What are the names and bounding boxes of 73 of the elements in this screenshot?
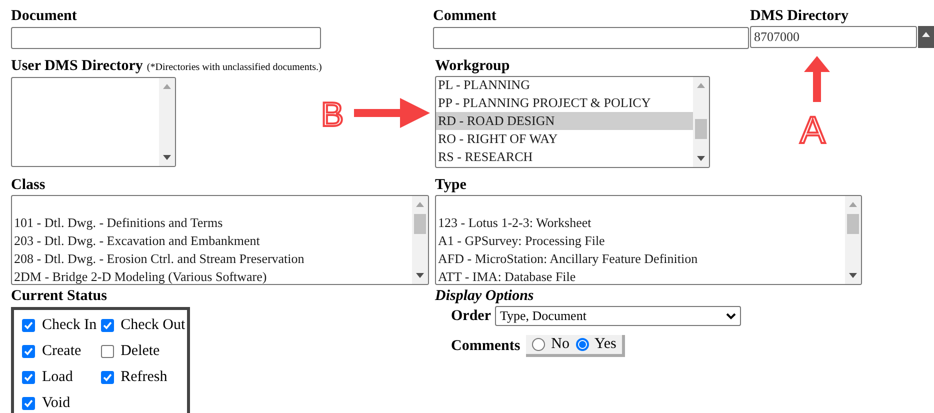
up-arrow-icon bbox=[922, 32, 930, 37]
checkbox[interactable] bbox=[100, 370, 114, 384]
scroll-up-arrow-icon[interactable] bbox=[697, 83, 705, 88]
list-box[interactable]: 101 - Dtl. Dwg. - Definitions and Terms 203 - Dtl. Dwg. - Excavation and Embankment 208 - Dtl. Dwg. - Erosion Ctrl. and Stream Preservation 2DM - Bridge 2-D Modeling (Various Software) bbox=[11, 195, 429, 285]
radio-button[interactable] bbox=[576, 338, 588, 351]
checkbox-label: Check In bbox=[42, 316, 97, 335]
field-label: Type bbox=[435, 176, 466, 194]
list-box[interactable]: PL - PLANNING PP - PLANNING PROJECT & POLICY RD - ROAD DESIGN RO - RIGHT OF WAY RS - RESEARCH bbox=[435, 76, 710, 168]
scrollbar[interactable] bbox=[412, 196, 428, 284]
checkbox-label: Delete bbox=[120, 342, 160, 361]
checkbox[interactable] bbox=[100, 318, 114, 332]
list-option[interactable]: 203 - Dtl. Dwg. - Excavation and Embankment bbox=[12, 232, 412, 250]
list-option[interactable]: PP - PLANNING PROJECT & POLICY bbox=[436, 94, 693, 112]
checkbox[interactable] bbox=[22, 318, 35, 332]
field-label: Workgroup bbox=[435, 57, 510, 75]
checkbox-label: Create bbox=[42, 342, 82, 361]
list-option[interactable]: 208 - Dtl. Dwg. - Erosion Ctrl. and Stream Preservation bbox=[12, 250, 412, 268]
list-option[interactable]: 2DM - Bridge 2-D Modeling (Various Software) bbox=[12, 268, 412, 284]
list-option[interactable]: PL - PLANNING bbox=[436, 77, 693, 94]
scroll-down-arrow-icon[interactable] bbox=[849, 273, 857, 278]
right-arrow-icon bbox=[354, 98, 430, 128]
list-option[interactable]: 101 - Dtl. Dwg. - Definitions and Terms bbox=[12, 214, 412, 232]
order-label: Order bbox=[451, 307, 491, 325]
scroll-up-arrow-icon[interactable] bbox=[416, 202, 424, 207]
dms-directory-input[interactable]: 8707000 bbox=[750, 26, 917, 48]
field-label: Document bbox=[11, 7, 77, 25]
annotation-letter: B bbox=[321, 98, 344, 132]
scroll-down-arrow-icon[interactable] bbox=[697, 156, 705, 161]
scroll-up-button[interactable] bbox=[918, 26, 934, 48]
list-option[interactable]: RD - ROAD DESIGN bbox=[436, 112, 693, 130]
checkbox-label: Check Out bbox=[120, 316, 186, 335]
field-label: Current Status bbox=[11, 287, 107, 305]
document-input[interactable] bbox=[11, 27, 321, 49]
order-select[interactable]: Type, Document bbox=[494, 306, 741, 326]
scroll-up-arrow-icon[interactable] bbox=[849, 202, 857, 207]
list-box[interactable]: 123 - Lotus 1-2-3: Worksheet A1 - GPSurvey: Processing File AFD - MicroStation: Ancillary Feature Definition ATT - IMA: Database File bbox=[435, 195, 862, 285]
scrollbar-thumb[interactable] bbox=[414, 214, 426, 234]
checkbox[interactable] bbox=[100, 344, 114, 358]
directory-list-box[interactable] bbox=[11, 77, 176, 167]
note-text: (*Directories with unclassified documents.) bbox=[146, 61, 322, 75]
radio-label: No bbox=[551, 335, 570, 354]
checkbox-label: Load bbox=[42, 368, 73, 387]
radio-label: Yes bbox=[594, 335, 616, 354]
scrollbar[interactable] bbox=[845, 196, 861, 284]
scroll-down-arrow-icon[interactable] bbox=[416, 273, 424, 278]
list-option[interactable]: RS - RESEARCH bbox=[436, 148, 693, 166]
list-option[interactable]: AFD - MicroStation: Ancillary Feature Definition bbox=[436, 250, 845, 268]
section-title: Display Options bbox=[435, 287, 534, 305]
list-option[interactable]: RO - RIGHT OF WAY bbox=[436, 130, 693, 148]
checkbox[interactable] bbox=[22, 370, 35, 384]
list-option[interactable]: ATT - IMA: Database File bbox=[436, 268, 845, 284]
field-label: User DMS Directory bbox=[11, 57, 143, 75]
field-label: DMS Directory bbox=[750, 7, 848, 25]
chevron-down-icon bbox=[726, 312, 736, 320]
comment-input[interactable] bbox=[433, 27, 749, 49]
scrollbar-thumb[interactable] bbox=[847, 214, 859, 234]
radio-button[interactable] bbox=[532, 338, 546, 351]
checkbox-label: Refresh bbox=[120, 368, 168, 387]
list-option[interactable]: 123 - Lotus 1-2-3: Worksheet bbox=[436, 214, 845, 232]
scroll-up-arrow-icon[interactable] bbox=[163, 84, 171, 89]
field-label: Comment bbox=[433, 7, 496, 25]
scrollbar[interactable] bbox=[159, 78, 175, 166]
field-label: Class bbox=[11, 176, 46, 194]
checkbox[interactable] bbox=[22, 396, 35, 410]
checkbox-label: Void bbox=[42, 394, 70, 413]
scrollbar-thumb[interactable] bbox=[695, 119, 707, 139]
scroll-down-arrow-icon[interactable] bbox=[163, 155, 171, 160]
list-option[interactable]: A1 - GPSurvey: Processing File bbox=[436, 232, 845, 250]
comments-label: Comments bbox=[451, 337, 520, 355]
scrollbar[interactable] bbox=[693, 77, 709, 167]
checkbox[interactable] bbox=[22, 344, 35, 358]
up-arrow-icon bbox=[804, 56, 830, 102]
annotation-letter: A bbox=[800, 112, 826, 150]
